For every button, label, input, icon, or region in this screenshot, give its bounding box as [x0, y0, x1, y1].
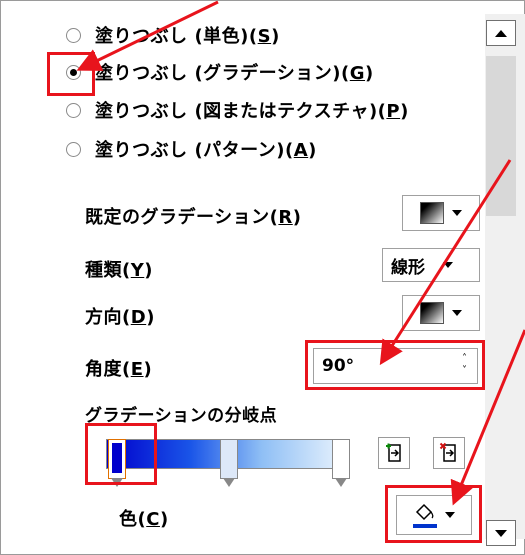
annotation-arrows: [76, 0, 525, 506]
arrow-to-angle: [379, 159, 512, 366]
arrow-to-color: [450, 329, 525, 506]
arrow-to-gradient-radio: [76, 0, 219, 71]
